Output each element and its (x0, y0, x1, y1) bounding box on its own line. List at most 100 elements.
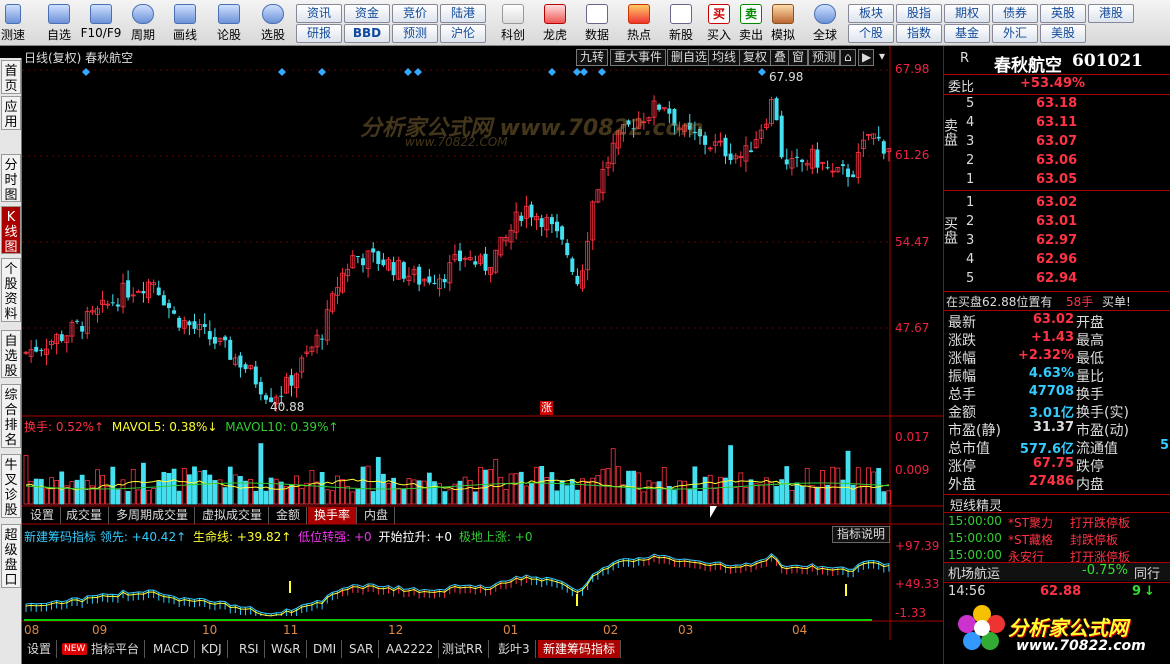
bid-row[interactable]: 3 62.97 (944, 233, 1170, 251)
draw-line-label: 画线 (172, 28, 197, 42)
stock-screener-button[interactable]: 选股 (250, 2, 296, 44)
ask-row[interactable]: 3 63.07 (944, 134, 1170, 152)
bottom-tab-kdj[interactable]: KDJ (196, 640, 228, 658)
fund-button[interactable]: 基金 (944, 24, 990, 43)
quote-value: 67.75 (1032, 456, 1074, 471)
tab-kline[interactable]: K线图 (1, 206, 21, 255)
short-term-item[interactable]: 15:00:00 *ST藏格 封跌停板 (944, 531, 1170, 549)
period-button[interactable]: 周期 (120, 2, 166, 44)
bottom-tab-rsi[interactable]: RSI (234, 640, 265, 658)
short-term-title[interactable]: 短线精灵 (944, 495, 1170, 514)
candle (166, 303, 171, 309)
bottom-tab-aa2222[interactable]: AA2222 (381, 640, 440, 658)
bid-row[interactable]: 4 62.96 (944, 252, 1170, 270)
vol-tab-turnover[interactable]: 换手率 (308, 507, 358, 524)
tab-super-order[interactable]: 超级盘口 (1, 524, 21, 588)
tab-ranking[interactable]: 综合排名 (1, 384, 21, 448)
tab-diagnosis[interactable]: 牛叉诊股 (1, 454, 21, 518)
speed-test-button[interactable]: 测速 (0, 2, 26, 44)
ask-row[interactable]: 2 63.06 (944, 153, 1170, 171)
volume-bar (95, 469, 100, 505)
volume-bar (539, 466, 545, 505)
quote-value: +2.32% (1018, 348, 1074, 363)
ask-row[interactable]: 4 63.11 (944, 115, 1170, 133)
volume-bar (360, 466, 366, 505)
bonds-button[interactable]: 债券 (992, 4, 1038, 23)
short-term-item[interactable]: 15:00:00 *ST聚力 打开跌停板 (944, 514, 1170, 532)
bbd-button[interactable]: BBD (344, 24, 390, 43)
signal-diamond (598, 68, 606, 76)
tab-timeshare[interactable]: 分时图 (1, 154, 21, 203)
vol-tab-amount[interactable]: 金额 (270, 507, 308, 524)
draw-line-button[interactable]: 画线 (162, 2, 208, 44)
sector-button[interactable]: 板块 (848, 4, 894, 23)
simulate-button[interactable]: 模拟 (768, 2, 798, 44)
bid-row[interactable]: 5 62.94 (944, 271, 1170, 289)
us-stocks-button[interactable]: 美股 (1040, 24, 1086, 43)
volume-bar (386, 483, 391, 505)
stock-index-futures-button[interactable]: 股指 (896, 4, 942, 23)
fire-icon (628, 4, 650, 24)
vol-tab-inner[interactable]: 内盘 (358, 507, 396, 524)
funds-button[interactable]: 资金 (344, 4, 390, 23)
vol-tab-volume[interactable]: 成交量 (60, 507, 110, 524)
uk-stocks-button[interactable]: 英股 (1040, 4, 1086, 23)
volume-bar (677, 480, 682, 505)
watchlist-button[interactable]: 自选 (36, 2, 82, 44)
dragon-tiger-button[interactable]: 龙虎 (532, 2, 578, 44)
forum-button[interactable]: 论股 (206, 2, 252, 44)
shanghai-london-button[interactable]: 沪伦 (440, 24, 486, 43)
volume-bar (855, 467, 861, 505)
industry-row[interactable]: 机场航运 -0.75% 同行 (944, 563, 1170, 582)
volume-bar (161, 471, 167, 505)
sell-button[interactable]: 卖卖出 (736, 2, 766, 44)
bottom-tab-indicator-platform[interactable]: 指标平台 (86, 640, 146, 658)
volume-bar (120, 479, 126, 505)
forex-button[interactable]: 外汇 (992, 24, 1038, 43)
ask-row[interactable]: 5 63.18 (944, 96, 1170, 114)
star-market-button[interactable]: 科创 (490, 2, 536, 44)
bottom-tab-settings[interactable]: 设置 (22, 640, 58, 658)
bottom-tab-dmi[interactable]: DMI (308, 640, 343, 658)
volume-bar (23, 455, 29, 505)
hk-connect-button[interactable]: 陆港 (440, 4, 486, 23)
bid-row[interactable]: 1 63.02 (944, 195, 1170, 213)
global-button[interactable]: 全球 (802, 2, 848, 44)
bottom-tab-pengye3[interactable]: 彭叶3 (493, 640, 536, 658)
research-button[interactable]: 研报 (296, 24, 342, 43)
volume-bar (84, 480, 90, 505)
index-button[interactable]: 指数 (896, 24, 942, 43)
ask-row[interactable]: 1 63.05 (944, 172, 1170, 190)
news-button[interactable]: 资讯 (296, 4, 342, 23)
volume-bar (498, 476, 504, 505)
tab-watchlist[interactable]: 自选股 (1, 330, 21, 379)
f10-button[interactable]: F10/F9 (78, 2, 124, 44)
bid-price: 63.02 (1036, 195, 1078, 210)
candle (381, 259, 386, 266)
volume-bar (600, 468, 606, 505)
indicator-explain-button[interactable]: 指标说明 (832, 526, 891, 543)
tab-stock-info[interactable]: 个股资料 (1, 258, 21, 322)
buy-button[interactable]: 买买入 (704, 2, 734, 44)
single-stock-button[interactable]: 个股 (848, 24, 894, 43)
options-button[interactable]: 期权 (944, 4, 990, 23)
vol-tab-multi-period[interactable]: 多周期成交量 (110, 507, 196, 524)
auction-button[interactable]: 竞价 (392, 4, 438, 23)
tab-home[interactable]: 首页 (1, 60, 21, 94)
tab-apps[interactable]: 应用 (1, 96, 21, 130)
hk-stocks-button[interactable]: 港股 (1088, 4, 1134, 23)
forecast-button[interactable]: 预测 (392, 24, 438, 43)
ipo-button[interactable]: 新股 (658, 2, 704, 44)
bottom-tab-sar[interactable]: SAR (344, 640, 380, 658)
volume-bar (738, 472, 744, 505)
hotspot-button[interactable]: 热点 (616, 2, 662, 44)
bottom-tab-chip-indicator[interactable]: 新建筹码指标 (538, 640, 622, 658)
vol-tab-virtual-volume[interactable]: 虚拟成交量 (196, 507, 270, 524)
volume-bar (115, 489, 121, 505)
data-button[interactable]: 数据 (574, 2, 620, 44)
vol-tab-settings[interactable]: 设置 (24, 507, 62, 524)
bid-row[interactable]: 2 63.01 (944, 214, 1170, 232)
bottom-tab-wr[interactable]: W&R (266, 640, 307, 658)
bottom-tab-macd[interactable]: MACD (148, 640, 195, 658)
bottom-tab-test-rr[interactable]: 测试RR (437, 640, 489, 658)
